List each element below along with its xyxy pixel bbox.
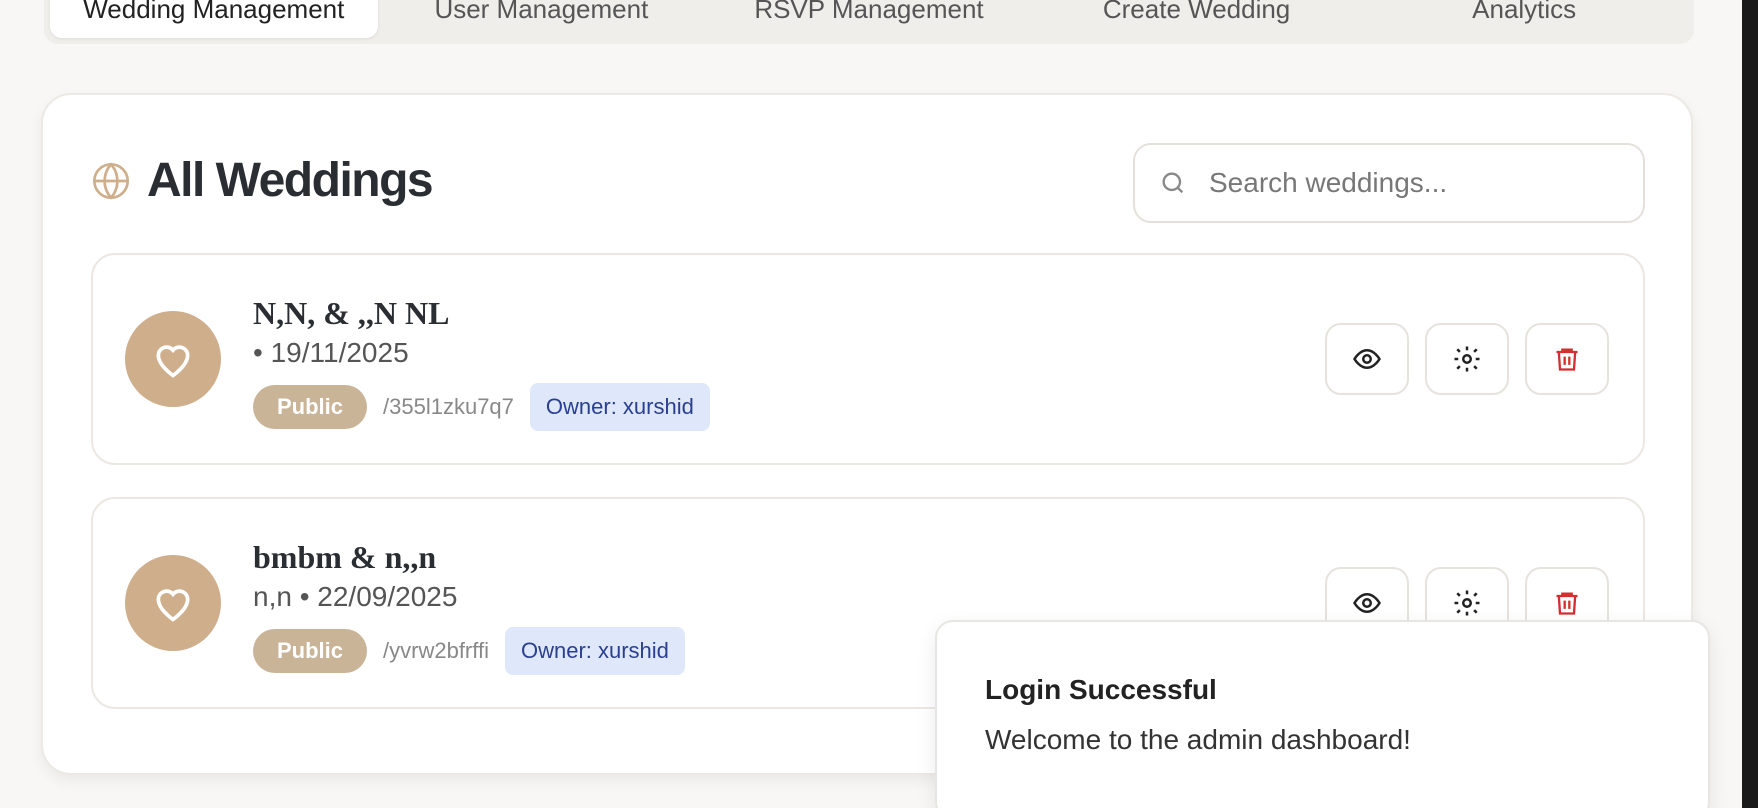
search-icon [1162, 172, 1184, 194]
wedding-slug: /355l1zku7q7 [383, 394, 514, 419]
tab-rsvp-management[interactable]: RSVP Management [705, 0, 1033, 38]
tab-bar: Wedding Management User Management RSVP … [44, 0, 1694, 44]
wedding-badges: Public /yvrw2bfrffi Owner: xurshid [253, 627, 685, 675]
delete-button[interactable] [1525, 323, 1609, 395]
globe-icon [93, 161, 129, 200]
avatar [125, 311, 221, 407]
owner-badge: Owner: xurshid [529, 383, 710, 431]
trash-icon [1556, 592, 1578, 615]
tab-analytics[interactable]: Analytics [1360, 0, 1688, 38]
wedding-name: N,N, & ,,N NL [253, 295, 450, 331]
search-box[interactable] [1133, 143, 1645, 223]
wedding-actions [1325, 323, 1625, 395]
wedding-badges: Public /355l1zku7q7 Owner: xurshid [253, 383, 710, 431]
trash-icon [1556, 348, 1578, 371]
wedding-item: N,N, & ,,N NL • 19/11/2025 Public /355l1… [91, 253, 1645, 465]
wedding-date: • 19/11/2025 [253, 337, 409, 368]
view-button[interactable] [1325, 323, 1409, 395]
eye-icon [1353, 348, 1381, 370]
gear-icon [1454, 590, 1480, 616]
wedding-date: n,n • 22/09/2025 [253, 581, 458, 612]
eye-icon [1353, 592, 1381, 614]
search-input[interactable] [1209, 167, 1589, 199]
toast-message: Welcome to the admin dashboard! [985, 724, 1411, 755]
scrollbar[interactable] [1742, 0, 1758, 808]
tab-create-wedding[interactable]: Create Wedding [1033, 0, 1361, 38]
owner-badge: Owner: xurshid [504, 627, 685, 675]
heart-icon [156, 589, 190, 622]
tab-wedding-management[interactable]: Wedding Management [50, 0, 378, 38]
wedding-name: bmbm & n,,n [253, 539, 437, 575]
tab-user-management[interactable]: User Management [378, 0, 706, 38]
page-title: All Weddings [147, 154, 434, 207]
heart-icon [156, 345, 190, 378]
status-badge: Public [253, 385, 368, 429]
gear-icon [1454, 346, 1480, 372]
toast-notification[interactable]: Login Successful Welcome to the admin da… [935, 620, 1710, 808]
toast-title: Login Successful [985, 674, 1217, 705]
avatar [125, 555, 221, 651]
card-header: All Weddings [91, 153, 434, 208]
wedding-slug: /yvrw2bfrffi [383, 638, 489, 663]
status-badge: Public [253, 629, 368, 673]
settings-button[interactable] [1425, 323, 1509, 395]
